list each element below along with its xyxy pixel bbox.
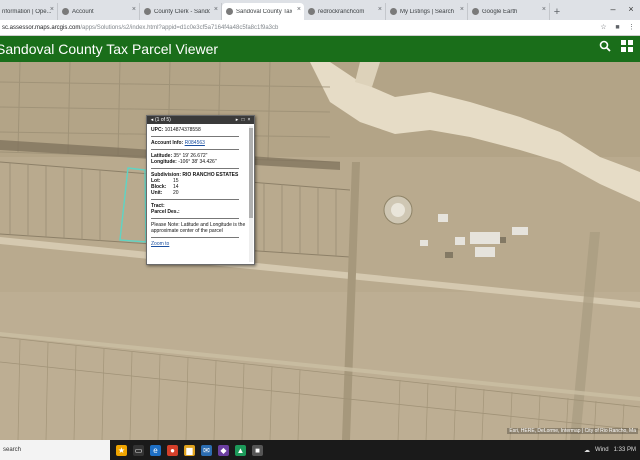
system-tray: ☁ Wind 1:33 PM [584, 440, 636, 460]
tab-label: nformation | Ope... [2, 8, 52, 15]
os-taskbar: search ★ ▭ e ● ▆ ✉ ◆ ▲ ■ ☁ Wind 1:33 PM [0, 440, 640, 460]
popup-header: ◂ (1 of 5) ▸ □ × [147, 116, 254, 124]
popup-close-icon[interactable]: × [246, 117, 252, 123]
account-link[interactable]: R084563 [185, 140, 205, 146]
minimize-icon[interactable]: – [604, 0, 622, 18]
taskbar-apps: ★ ▭ e ● ▆ ✉ ◆ ▲ ■ [116, 444, 263, 456]
tab-favicon-icon [390, 8, 397, 15]
divider [151, 199, 239, 200]
task-view-icon[interactable]: ▭ [133, 444, 144, 456]
satellite-map[interactable]: ◂ (1 of 5) ▸ □ × UPC: 1014874378558 Acco… [0, 62, 640, 440]
longitude-row: Longitude: -106° 38' 34.426" [151, 159, 248, 165]
tab-favicon-icon [226, 8, 233, 15]
browser-tab-3[interactable]: County Clerk - Sandoval Cou... × [140, 3, 222, 20]
browser-tab-4[interactable]: Sandoval County Tax Parcel V... × [222, 3, 304, 20]
extension-icon[interactable]: ■ [613, 23, 622, 32]
tab-close-icon[interactable]: × [542, 6, 546, 13]
browser-tab-1[interactable]: nformation | Ope... × [0, 3, 58, 20]
longitude-label: Longitude: [151, 159, 177, 165]
tab-close-icon[interactable]: × [460, 6, 464, 13]
screen: nformation | Ope... × Account × County C… [0, 0, 640, 460]
upc-value: 1014874378558 [164, 127, 201, 133]
account-label: Account Info: [151, 140, 184, 146]
app-title: Sandoval County Tax Parcel Viewer [0, 41, 219, 57]
tab-close-icon[interactable]: × [214, 6, 218, 13]
app-icon-2[interactable]: ▲ [235, 444, 246, 456]
browser-tab-5[interactable]: redrockranchcom × [304, 3, 386, 20]
tab-favicon-icon [308, 8, 315, 15]
grid-icon[interactable] [620, 40, 634, 56]
upc-row: UPC: 1014874378558 [151, 127, 248, 133]
divider [151, 218, 239, 219]
upc-label: UPC: [151, 127, 164, 133]
header-tools [598, 40, 634, 56]
url-path: /apps/Solutions/s2/index.html?appid=d1c0… [80, 24, 279, 31]
url-host: sc.assessor.maps.arcgis.com [2, 24, 81, 31]
unit-value: 20 [173, 190, 179, 196]
tab-favicon-icon [472, 8, 479, 15]
divider [151, 149, 239, 150]
divider [151, 237, 239, 238]
parcel-info-popup: ◂ (1 of 5) ▸ □ × UPC: 1014874378558 Acco… [146, 115, 255, 265]
taskbar-search[interactable]: search [0, 440, 110, 460]
app-icon[interactable]: ◆ [218, 444, 229, 456]
tab-label: Google Earth [482, 8, 518, 15]
app-icon-3[interactable]: ■ [252, 444, 263, 456]
account-row: Account Info: R084563 [151, 140, 248, 146]
tab-label: My Listings | Search Results ... [400, 8, 456, 15]
app-header: Sandoval County Tax Parcel Viewer [0, 36, 640, 62]
menu-dots-icon[interactable]: ⋮ [627, 23, 636, 32]
address-bar-icons: ☆ ■ ⋮ [599, 23, 636, 32]
star-icon[interactable]: ☆ [599, 23, 608, 32]
file-explorer-icon[interactable]: ▆ [184, 444, 195, 456]
tab-close-icon[interactable]: × [378, 6, 382, 13]
subdivision-value: RIO RANCHO ESTATES [182, 172, 239, 178]
parcel-des-row: Parcel Des.: [151, 209, 248, 215]
clock[interactable]: 1:33 PM [614, 447, 636, 453]
tab-close-icon[interactable]: × [50, 6, 54, 13]
tab-favicon-icon [62, 8, 69, 15]
tab-label: Sandoval County Tax Parcel V... [236, 8, 292, 15]
browser-tab-6[interactable]: My Listings | Search Results ... × [386, 3, 468, 20]
chrome-icon[interactable]: ● [167, 444, 178, 456]
tab-label: County Clerk - Sandoval Cou... [154, 8, 210, 15]
unit-label: Unit: [151, 190, 163, 196]
divider [151, 136, 239, 137]
popup-note: Please Note: Latitude and Longitude is t… [151, 222, 246, 234]
popup-scrollbar[interactable] [249, 126, 253, 262]
url-text[interactable]: sc.assessor.maps.arcgis.com/apps/Solutio… [0, 25, 278, 31]
new-tab-button[interactable]: + [550, 3, 564, 20]
widget-icon[interactable]: ★ [116, 444, 127, 456]
close-window-icon[interactable]: × [622, 0, 640, 18]
window-controls: – × [604, 0, 640, 18]
browser-tab-strip: nformation | Ope... × Account × County C… [0, 0, 640, 20]
popup-body: UPC: 1014874378558 Account Info: R084563… [147, 124, 254, 264]
browser-tab-7[interactable]: Google Earth × [468, 3, 550, 20]
map-imagery [0, 62, 640, 440]
browser-tab-2[interactable]: Account × [58, 3, 140, 20]
address-bar[interactable]: sc.assessor.maps.arcgis.com/apps/Solutio… [0, 20, 640, 36]
weather-icon[interactable]: ☁ [584, 447, 590, 454]
longitude-value: -106° 38' 34.426" [178, 159, 217, 165]
unit-row: Unit: 20 [151, 190, 248, 196]
tab-close-icon[interactable]: × [132, 6, 136, 13]
parcel-des-label: Parcel Des.: [151, 209, 180, 215]
map-attribution: Esri, HERE, DeLorme, Intermap | City of … [507, 428, 638, 434]
mail-icon[interactable]: ✉ [201, 444, 212, 456]
weather-text: Wind [594, 447, 609, 453]
zoom-to-link[interactable]: Zoom to [151, 241, 248, 247]
tab-close-icon[interactable]: × [297, 6, 301, 13]
tab-label: Account [72, 8, 94, 15]
popup-scroll-thumb[interactable] [249, 128, 253, 218]
tab-label: redrockranchcom [318, 8, 365, 15]
divider [151, 168, 239, 169]
edge-icon[interactable]: e [150, 444, 161, 456]
popup-pager: (1 of 5) [155, 117, 171, 123]
tab-favicon-icon [144, 8, 151, 15]
search-icon[interactable] [598, 40, 612, 56]
